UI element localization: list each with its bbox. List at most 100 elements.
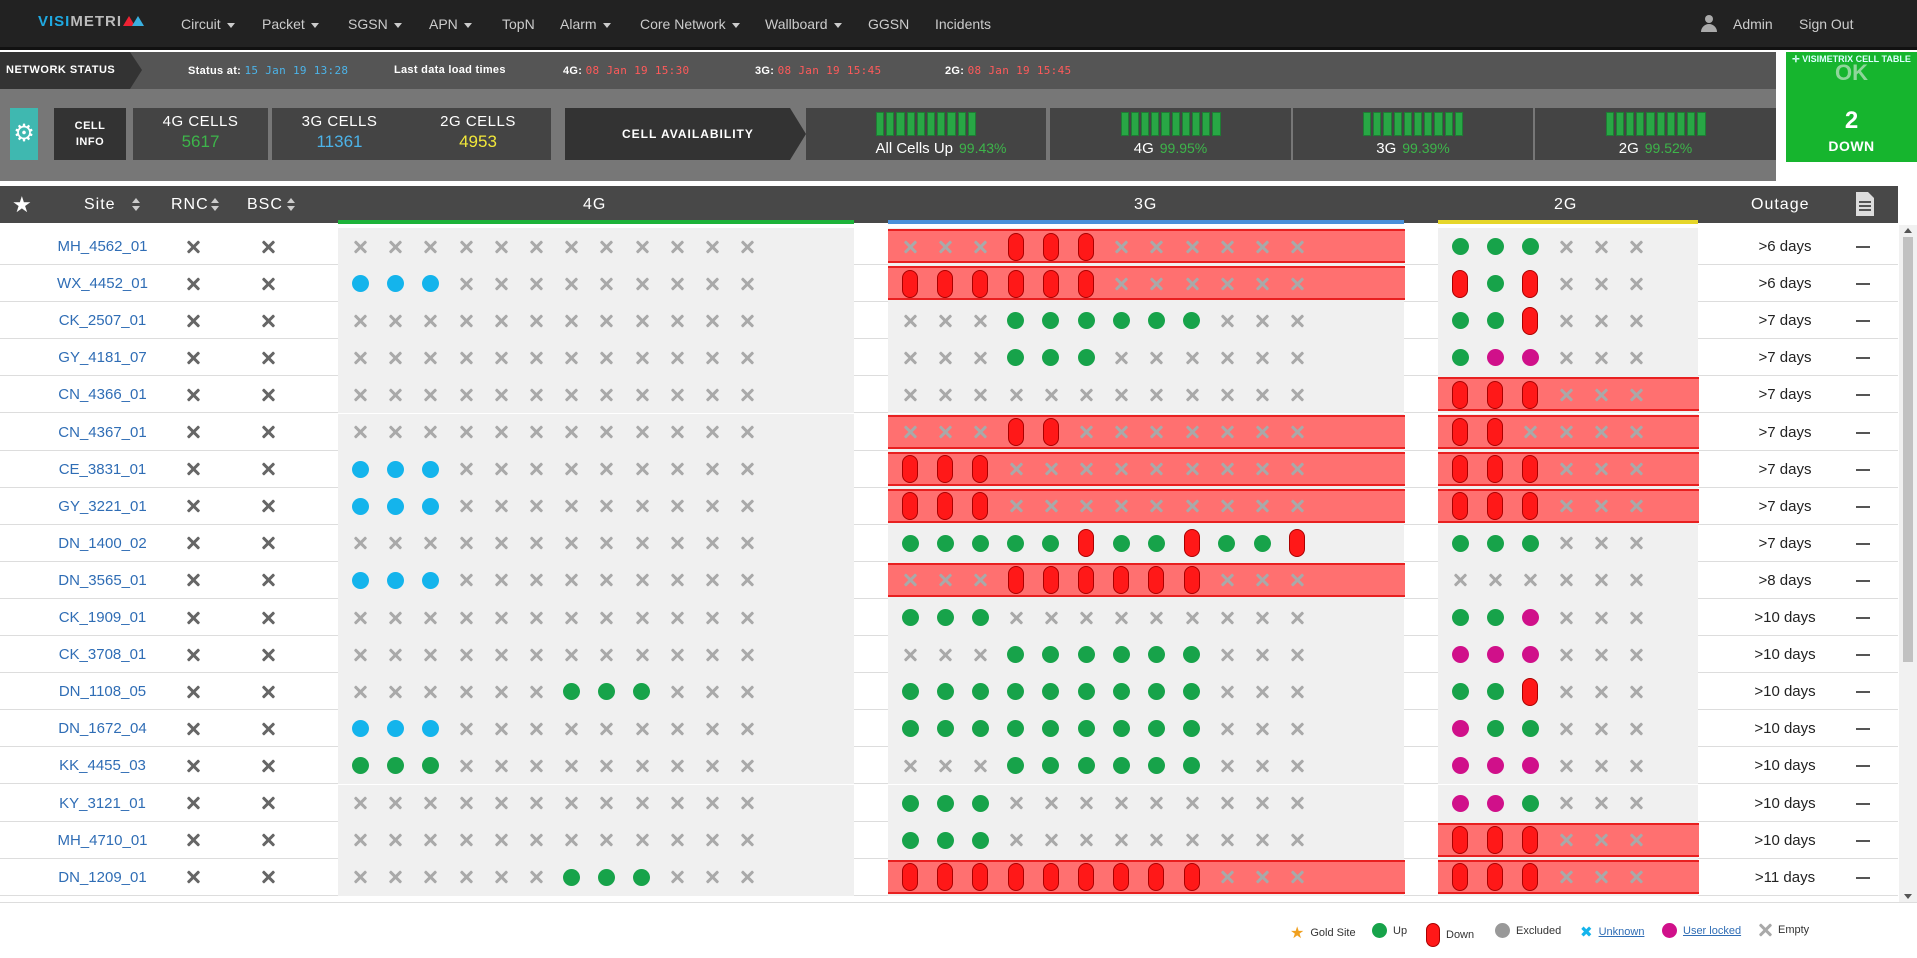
cell-status[interactable] xyxy=(662,302,692,339)
cell-status[interactable] xyxy=(1001,488,1031,525)
cell-status[interactable] xyxy=(1036,859,1066,896)
cell-status[interactable] xyxy=(1001,636,1031,673)
cell-status[interactable] xyxy=(627,710,657,747)
cell-status[interactable] xyxy=(1106,451,1136,488)
cell-status[interactable] xyxy=(1282,747,1312,784)
cell-status[interactable] xyxy=(556,747,586,784)
cell-status[interactable] xyxy=(591,525,621,562)
cell-status[interactable] xyxy=(1212,636,1242,673)
cell-status[interactable] xyxy=(1071,822,1101,859)
cell-status[interactable] xyxy=(1282,265,1312,302)
cell-status[interactable] xyxy=(662,525,692,562)
cell-status[interactable] xyxy=(1071,785,1101,822)
cell-status[interactable] xyxy=(1551,228,1581,265)
cell-status[interactable] xyxy=(697,376,727,413)
cell-status[interactable] xyxy=(1177,376,1207,413)
cell-status[interactable] xyxy=(451,710,481,747)
cell-status[interactable] xyxy=(1177,488,1207,525)
scrollbar-thumb[interactable] xyxy=(1903,237,1913,662)
cell-status[interactable] xyxy=(895,376,925,413)
cell-status[interactable] xyxy=(930,785,960,822)
cell-status[interactable] xyxy=(732,710,762,747)
cell-status[interactable] xyxy=(1586,451,1616,488)
table-row[interactable]: KY_3121_01 >10 days xyxy=(0,784,1898,822)
cell-status[interactable] xyxy=(1551,822,1581,859)
rnc-status[interactable] xyxy=(178,636,208,673)
cell-status[interactable] xyxy=(521,710,551,747)
cell-status[interactable] xyxy=(1001,339,1031,376)
cell-status[interactable] xyxy=(521,228,551,265)
cell-status[interactable] xyxy=(965,339,995,376)
cell-status[interactable] xyxy=(627,636,657,673)
cell-status[interactable] xyxy=(1071,562,1101,599)
cell-status[interactable] xyxy=(1621,525,1651,562)
cell-status[interactable] xyxy=(1177,710,1207,747)
cell-status[interactable] xyxy=(1621,414,1651,451)
cell-status[interactable] xyxy=(627,376,657,413)
table-row[interactable]: MH_4710_01 >10 days xyxy=(0,821,1898,859)
cell-status[interactable] xyxy=(895,747,925,784)
bsc-status[interactable] xyxy=(253,228,283,265)
cell-status[interactable] xyxy=(556,265,586,302)
cell-status[interactable] xyxy=(556,376,586,413)
cell-status[interactable] xyxy=(895,488,925,525)
cell-status[interactable] xyxy=(486,339,516,376)
cell-status[interactable] xyxy=(1621,451,1651,488)
cell-status[interactable] xyxy=(1141,636,1171,673)
cell-status[interactable] xyxy=(1621,488,1651,525)
cell-status[interactable] xyxy=(1071,302,1101,339)
cell-status[interactable] xyxy=(662,599,692,636)
cell-status[interactable] xyxy=(697,414,727,451)
cell-status[interactable] xyxy=(591,302,621,339)
cell-status[interactable] xyxy=(1247,376,1277,413)
cell-status[interactable] xyxy=(697,228,727,265)
cell-status[interactable] xyxy=(1515,451,1545,488)
table-row[interactable]: CK_1909_01 >10 days xyxy=(0,599,1898,636)
cell-status[interactable] xyxy=(556,785,586,822)
cell-status[interactable] xyxy=(697,785,727,822)
cell-status[interactable] xyxy=(345,525,375,562)
cell-status[interactable] xyxy=(451,785,481,822)
cell-status[interactable] xyxy=(662,228,692,265)
cell-status[interactable] xyxy=(1001,302,1031,339)
cell-status[interactable] xyxy=(627,673,657,710)
cell-status[interactable] xyxy=(627,488,657,525)
cell-status[interactable] xyxy=(1071,228,1101,265)
cell-status[interactable] xyxy=(1036,636,1066,673)
cell-status[interactable] xyxy=(591,673,621,710)
down-summary-box[interactable]: ✛ VISIMETRIX CELL TABLE OK 2 DOWN xyxy=(1786,52,1917,162)
cell-status[interactable] xyxy=(662,488,692,525)
cell-status[interactable] xyxy=(1515,785,1545,822)
cell-status[interactable] xyxy=(415,488,445,525)
cell-status[interactable] xyxy=(1551,339,1581,376)
cell-status[interactable] xyxy=(345,228,375,265)
bsc-status[interactable] xyxy=(253,339,283,376)
cell-status[interactable] xyxy=(486,636,516,673)
cell-status[interactable] xyxy=(1036,525,1066,562)
export-document-icon[interactable] xyxy=(1856,192,1874,216)
cell-status[interactable] xyxy=(1141,339,1171,376)
cell-status[interactable] xyxy=(930,562,960,599)
cell-status[interactable] xyxy=(1586,822,1616,859)
cell-status[interactable] xyxy=(930,339,960,376)
cell-status[interactable] xyxy=(895,673,925,710)
cell-status[interactable] xyxy=(1445,302,1475,339)
site-link[interactable]: KY_3121_01 xyxy=(40,785,165,822)
availability-4g[interactable]: 4G 99.95% xyxy=(1050,108,1291,160)
cell-status[interactable] xyxy=(1515,636,1545,673)
cell-status[interactable] xyxy=(1551,747,1581,784)
cell-status[interactable] xyxy=(1071,265,1101,302)
cell-status[interactable] xyxy=(662,859,692,896)
cell-status[interactable] xyxy=(415,710,445,747)
cell-status[interactable] xyxy=(1586,525,1616,562)
table-row[interactable]: CK_3708_01 >10 days xyxy=(0,636,1898,674)
cell-status[interactable] xyxy=(415,859,445,896)
cell-status[interactable] xyxy=(1001,673,1031,710)
site-link[interactable]: CE_3831_01 xyxy=(40,451,165,488)
cell-status[interactable] xyxy=(1071,525,1101,562)
cell-status[interactable] xyxy=(1106,822,1136,859)
cell-status[interactable] xyxy=(697,599,727,636)
cell-status[interactable] xyxy=(1177,339,1207,376)
cell-status[interactable] xyxy=(1177,228,1207,265)
cell-status[interactable] xyxy=(965,228,995,265)
